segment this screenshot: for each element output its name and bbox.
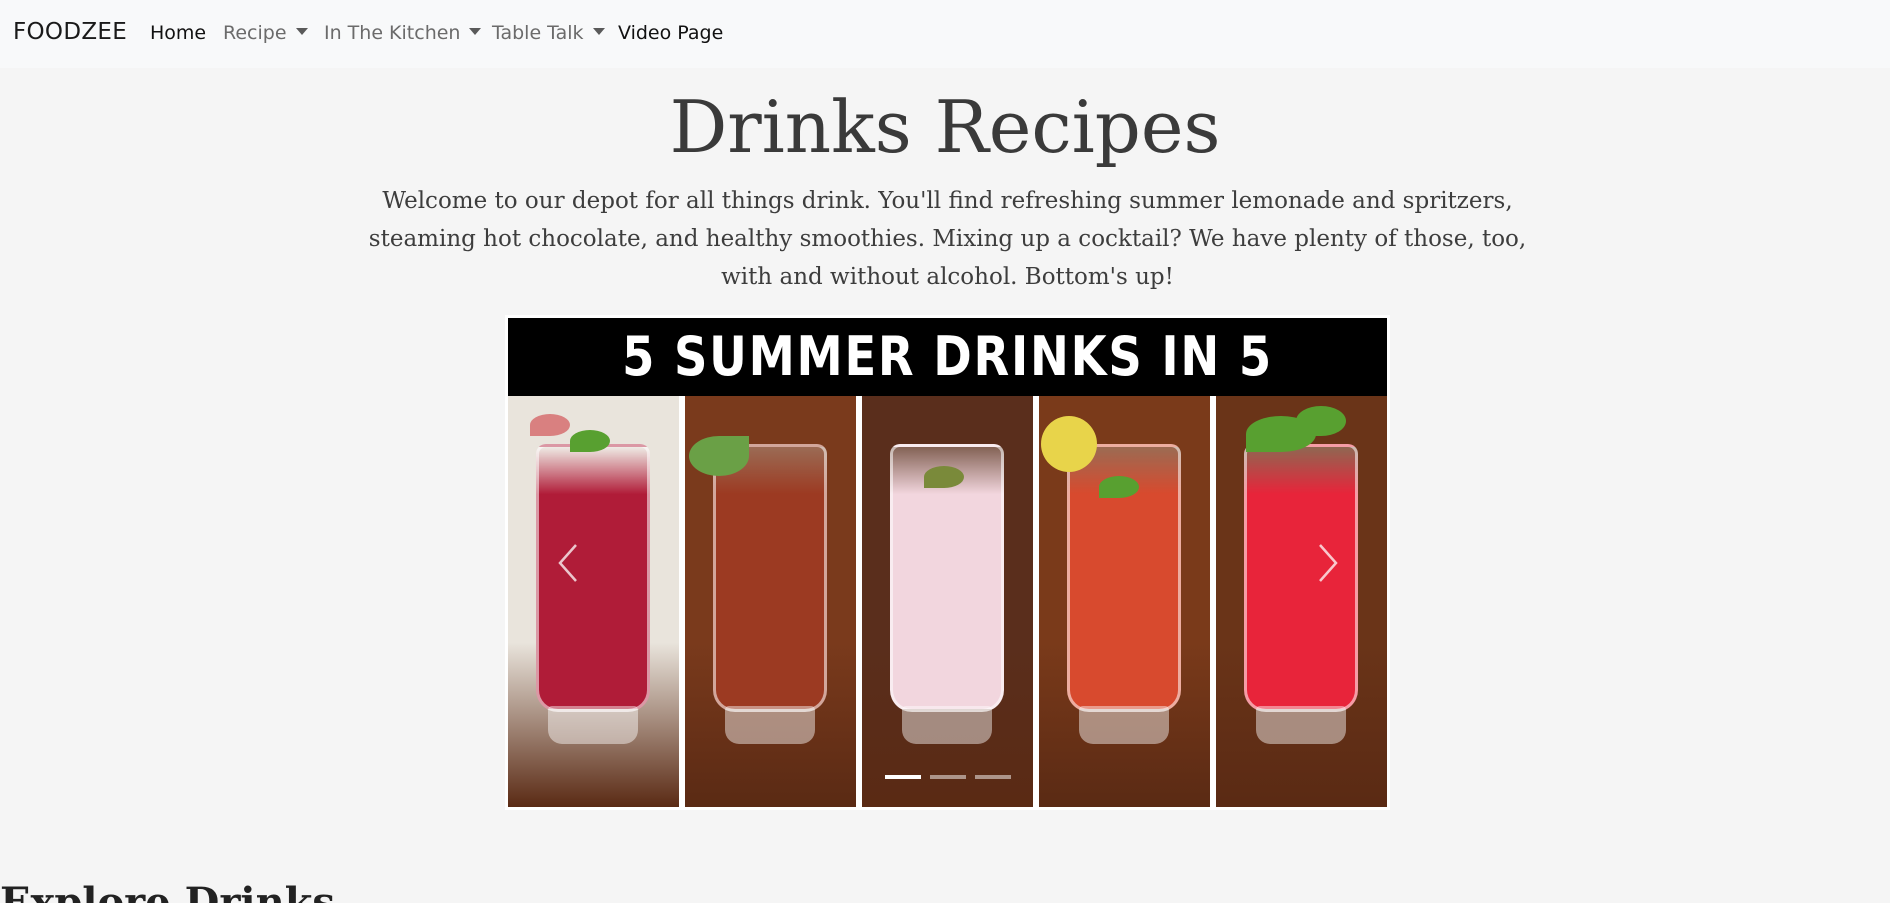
mint-garnish <box>1099 476 1139 498</box>
nav-in-the-kitchen-dropdown[interactable]: In The Kitchen <box>324 22 482 44</box>
nav-home[interactable]: Home <box>150 22 206 44</box>
glass-illustration <box>713 444 827 712</box>
drink-panel-2 <box>685 396 856 807</box>
nav-recipe-label: Recipe <box>223 22 287 44</box>
nav-recipe-dropdown[interactable]: Recipe <box>223 22 308 44</box>
drink-panel-4 <box>1039 396 1210 807</box>
nav-video-page-label: Video Page <box>618 22 724 44</box>
pistachio-garnish <box>924 466 964 488</box>
nav-table-talk-dropdown[interactable]: Table Talk <box>492 22 605 44</box>
nav-home-label: Home <box>150 22 207 44</box>
carousel-indicator[interactable] <box>974 775 1011 779</box>
drinks-carousel: 5 SUMMER DRINKS IN 5 MINUTES <box>505 315 1390 810</box>
chevron-right-icon <box>1318 543 1338 582</box>
glass-base <box>902 706 992 744</box>
carousel-indicator[interactable] <box>884 775 921 779</box>
watermelon-garnish <box>689 436 749 476</box>
carousel-banner: 5 SUMMER DRINKS IN 5 MINUTES <box>508 318 1387 466</box>
caret-down-icon <box>469 28 482 35</box>
carousel-next-button[interactable] <box>1265 315 1390 810</box>
brand-logo[interactable]: FOODZEE <box>13 19 127 45</box>
nav-table-talk-label: Table Talk <box>492 22 584 44</box>
explore-drinks-heading: Explore Drinks <box>0 879 335 903</box>
carousel-indicator[interactable] <box>929 775 966 779</box>
page-title: Drinks Recipes <box>669 85 1221 169</box>
caret-down-icon <box>592 28 605 35</box>
carousel-indicators <box>505 775 1390 779</box>
carousel-prev-button[interactable] <box>505 315 630 810</box>
lemon-garnish <box>1041 416 1097 472</box>
nav-in-the-kitchen-label: In The Kitchen <box>324 22 461 44</box>
caret-down-icon <box>295 28 308 35</box>
glass-base <box>725 706 815 744</box>
drink-panel-3 <box>862 396 1033 807</box>
chevron-left-icon <box>557 543 577 582</box>
navbar: FOODZEE Home Recipe In The Kitchen Table… <box>0 0 1890 68</box>
glass-base <box>1079 706 1169 744</box>
page-intro: Welcome to our depot for all things drin… <box>368 188 1527 290</box>
nav-video-page[interactable]: Video Page <box>618 22 723 44</box>
